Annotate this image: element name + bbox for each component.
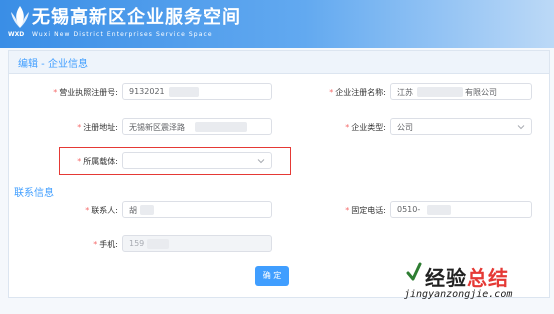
reg-address-label: * 注册地址: bbox=[77, 123, 118, 132]
contact-person-input[interactable]: 胡 bbox=[122, 201, 272, 218]
logo-icon bbox=[11, 6, 29, 28]
redacted-blur bbox=[140, 205, 154, 215]
contact-section-title: 联系信息 bbox=[14, 188, 54, 199]
required-mark: * bbox=[77, 123, 82, 132]
license-no-label: * 营业执照注册号: bbox=[53, 88, 118, 97]
required-mark: * bbox=[345, 206, 350, 215]
site-title: 无锡高新区企业服务空间 bbox=[32, 7, 241, 28]
company-type-select[interactable]: 公司 bbox=[390, 118, 532, 135]
required-mark: * bbox=[53, 88, 58, 97]
mobile-input: 159 bbox=[122, 235, 272, 252]
phone-input[interactable]: 0510- bbox=[390, 201, 532, 218]
license-no-input[interactable]: 9132021 bbox=[122, 83, 272, 100]
company-type-label: * 企业类型: bbox=[345, 123, 386, 132]
redacted-blur bbox=[169, 87, 199, 97]
required-mark: * bbox=[93, 240, 98, 249]
required-mark: * bbox=[345, 123, 350, 132]
redacted-blur bbox=[195, 122, 247, 132]
chevron-down-icon bbox=[517, 125, 525, 130]
contact-person-label: * 联系人: bbox=[85, 206, 118, 215]
mobile-label: * 手机: bbox=[93, 240, 118, 249]
confirm-button[interactable]: 确 定 bbox=[255, 266, 289, 286]
reg-address-input[interactable]: 无锡新区震泽路 bbox=[122, 118, 272, 135]
required-mark: * bbox=[85, 206, 90, 215]
redacted-blur bbox=[147, 239, 169, 249]
company-name-label: * 企业注册名称: bbox=[329, 88, 386, 97]
card-title: 编辑 - 企业信息 bbox=[18, 59, 88, 70]
redacted-blur bbox=[427, 205, 451, 215]
required-mark: * bbox=[329, 88, 334, 97]
phone-label: * 固定电话: bbox=[345, 206, 386, 215]
checkmark-icon bbox=[406, 262, 422, 281]
site-subtitle: Wuxi New District Enterprises Service Sp… bbox=[32, 31, 213, 38]
header-banner: 无锡高新区企业服务空间 WXD Wuxi New District Enterp… bbox=[0, 0, 554, 48]
card-header: 编辑 - 企业信息 bbox=[9, 51, 549, 74]
watermark-title: 经验总结 bbox=[425, 266, 509, 290]
highlight-box bbox=[59, 147, 291, 175]
watermark-url: jingyanzongjie.com bbox=[404, 289, 513, 300]
company-name-input[interactable]: 江苏 有限公司 bbox=[390, 83, 532, 100]
redacted-blur bbox=[417, 87, 463, 97]
site-abbr: WXD bbox=[8, 31, 25, 38]
